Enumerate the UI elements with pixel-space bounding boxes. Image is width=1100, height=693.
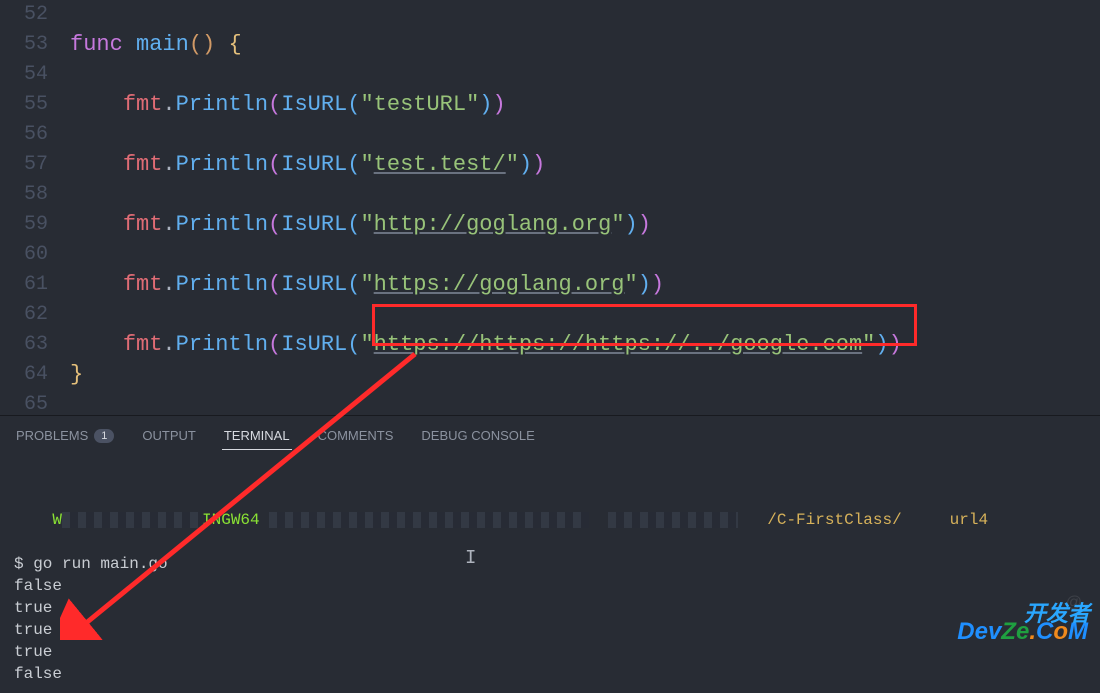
tab-debug-console[interactable]: DEBUG CONSOLE xyxy=(419,422,536,449)
code-content: func main() { xyxy=(70,30,242,60)
tab-output[interactable]: OUTPUT xyxy=(140,422,197,449)
line-number: 61 xyxy=(0,270,70,300)
code-content: fmt.Println(IsURL("testURL")) xyxy=(70,90,506,120)
line-number: 64 xyxy=(0,360,70,390)
line-number: 60 xyxy=(0,240,70,270)
code-content: fmt.Println(IsURL("https://https://https… xyxy=(70,330,902,360)
code-content: fmt.Println(IsURL("test.test/")) xyxy=(70,150,545,180)
code-content: fmt.Println(IsURL("https://goglang.org")… xyxy=(70,270,664,300)
line-number: 53 xyxy=(0,30,70,60)
terminal-output: false xyxy=(14,575,1086,597)
watermark-brand: 开发者 DevZe.CoM xyxy=(957,618,1088,646)
tab-problems[interactable]: PROBLEMS 1 xyxy=(14,422,116,449)
line-number: 52 xyxy=(0,0,70,30)
line-number: 62 xyxy=(0,300,70,330)
line-number: 65 xyxy=(0,390,70,420)
terminal-output: false xyxy=(14,663,1086,685)
line-number: 56 xyxy=(0,120,70,150)
text-cursor-icon: I xyxy=(465,547,476,569)
code-editor[interactable]: 52 53 func main() { 54 55 fmt.Println(Is… xyxy=(0,0,1100,415)
code-content: } xyxy=(70,360,83,390)
panel-tabs: PROBLEMS 1 OUTPUT TERMINAL COMMENTS DEBU… xyxy=(0,415,1100,455)
terminal-output: true xyxy=(14,597,1086,619)
terminal-prompt-line: WINGW64 /C-FirstClass/ url4 xyxy=(14,487,1086,553)
line-number: 63 xyxy=(0,330,70,360)
problems-badge: 1 xyxy=(94,429,114,443)
tab-comments[interactable]: COMMENTS xyxy=(316,422,396,449)
line-number: 54 xyxy=(0,60,70,90)
line-number: 58 xyxy=(0,180,70,210)
tab-terminal[interactable]: TERMINAL xyxy=(222,422,292,450)
terminal-output: true xyxy=(14,619,1086,641)
line-number: 55 xyxy=(0,90,70,120)
terminal-output: true xyxy=(14,641,1086,663)
line-number: 59 xyxy=(0,210,70,240)
code-content: fmt.Println(IsURL("http://goglang.org")) xyxy=(70,210,651,240)
line-number: 57 xyxy=(0,150,70,180)
terminal-command: $ go run main.go xyxy=(14,553,1086,575)
terminal-panel[interactable]: WINGW64 /C-FirstClass/ url4 $ go run mai… xyxy=(0,455,1100,693)
